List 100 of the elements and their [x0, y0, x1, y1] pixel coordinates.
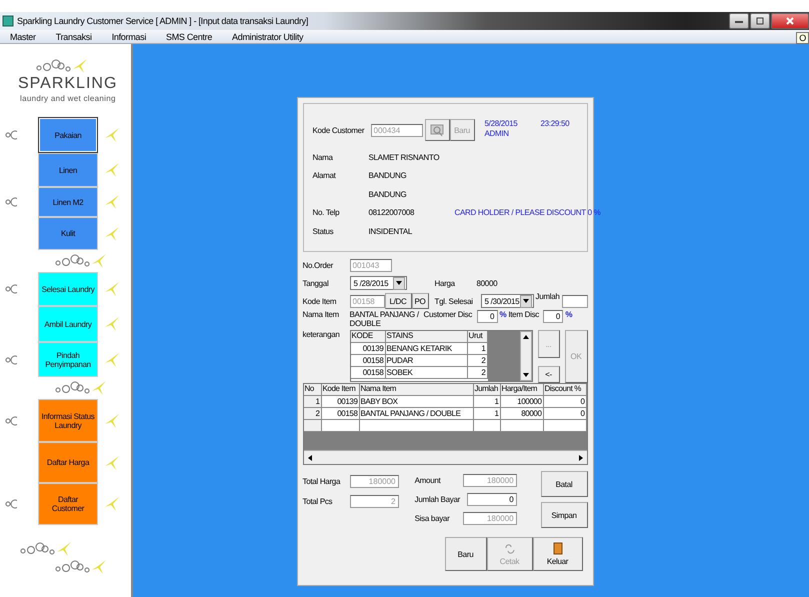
- star-icon: [104, 454, 120, 470]
- sidebar-button[interactable]: Ambil Laundry: [38, 306, 98, 342]
- search-customer-button[interactable]: [424, 119, 450, 141]
- table-cell: 1: [474, 396, 500, 408]
- brand-logo: SPARKLING: [18, 74, 118, 94]
- table-cell: 1: [468, 343, 488, 355]
- bubbles-icon: [5, 414, 17, 426]
- menu-item[interactable]: Transaksi: [46, 32, 102, 42]
- action-button[interactable]: Baru: [444, 537, 486, 571]
- star-icon: [91, 253, 107, 269]
- remaining-label: Sisa bayar: [414, 514, 451, 523]
- search-icon: [429, 123, 445, 137]
- action-button[interactable]: Simpan: [540, 502, 588, 528]
- star-icon: [56, 541, 72, 557]
- sidebar-button[interactable]: Selesai Laundry: [38, 272, 98, 306]
- bubbles-icon: [5, 283, 17, 295]
- table-cell: 2: [468, 355, 488, 367]
- table-cell: 00158: [322, 408, 360, 420]
- customer-discount-label: Customer Disc: [424, 310, 474, 319]
- close-icon: [786, 17, 794, 25]
- sidebar-button[interactable]: Daftar Harga: [38, 442, 98, 483]
- price-text: 80000: [476, 278, 498, 288]
- field-label: No. Telp: [312, 208, 340, 218]
- bubbles-icon: [5, 498, 17, 510]
- scroll-down-icon[interactable]: [522, 372, 530, 378]
- sidebar-button[interactable]: Kulit: [38, 217, 98, 250]
- vertical-scrollbar[interactable]: [520, 331, 532, 381]
- price-label: Harga: [434, 278, 456, 288]
- finish-date-picker[interactable]: 5 /30/2015: [480, 294, 534, 308]
- scroll-left-icon[interactable]: [306, 454, 312, 462]
- close-button[interactable]: [771, 13, 809, 29]
- menu-item[interactable]: Administrator Utility: [222, 32, 314, 42]
- customer-discount-field[interactable]: 0: [476, 310, 498, 323]
- quantity-field[interactable]: [562, 294, 588, 308]
- bubbles-icon: [55, 560, 91, 574]
- brand-tagline: laundry and wet cleaning: [20, 94, 117, 103]
- table-cell: 00158: [350, 367, 386, 379]
- field-label: Nama: [312, 152, 333, 162]
- user-text: ADMIN: [484, 129, 510, 138]
- table-cell: 2: [304, 408, 322, 420]
- item-discount-field[interactable]: 0: [543, 310, 564, 323]
- bubbles-icon: [5, 129, 17, 141]
- amount-label: Amount: [414, 476, 442, 485]
- table-cell: 00158: [350, 355, 386, 367]
- percent-sign: %: [500, 310, 506, 319]
- field-value: BANDUNG: [368, 171, 408, 180]
- dropdown-icon[interactable]: [394, 280, 402, 286]
- payment-label: Jumlah Bayar: [414, 495, 462, 504]
- sidebar-button[interactable]: Daftar Customer: [38, 483, 98, 525]
- total-price-label: Total Harga: [302, 476, 342, 486]
- star-icon: [104, 496, 120, 512]
- dropdown-icon[interactable]: [522, 298, 530, 304]
- bubbles-icon: [20, 542, 56, 556]
- minimize-button[interactable]: [729, 13, 749, 29]
- po-button[interactable]: PO: [412, 293, 428, 309]
- action-button[interactable]: Keluar: [532, 537, 582, 571]
- menu-item[interactable]: SMS Centre: [156, 32, 222, 42]
- sidebar-button[interactable]: Linen M2: [38, 187, 98, 217]
- quantity-label: Jumlah: [536, 292, 560, 301]
- star-icon: [104, 162, 120, 178]
- scroll-up-icon[interactable]: [522, 334, 530, 340]
- table-cell: PUDAR: [386, 355, 468, 367]
- finish-date-label: Tgl. Selesai: [434, 296, 474, 306]
- sidebar-button[interactable]: Pindah Penyimpanan: [38, 342, 98, 377]
- star-icon: [104, 226, 120, 242]
- bubbles-icon: [55, 381, 91, 395]
- date-picker[interactable]: 5 /28/2015: [350, 276, 406, 290]
- payment-field[interactable]: 0: [466, 493, 517, 506]
- maximize-button[interactable]: [750, 13, 770, 29]
- star-icon: [104, 352, 120, 368]
- table-cell: BANTAL PANJANG / DOUBLE: [360, 408, 474, 420]
- sidebar-button[interactable]: Informasi Status Laundry: [38, 399, 98, 442]
- item-code-label: Kode Item: [302, 296, 338, 306]
- discount-notice: CARD HOLDER / PLEASE DISCOUNT 0 %: [454, 208, 600, 218]
- column-header: Nama Item: [360, 384, 474, 396]
- grid-action-button[interactable]: <-: [538, 366, 560, 383]
- star-icon: [91, 559, 107, 575]
- sidebar-button[interactable]: Linen: [38, 153, 98, 187]
- action-button[interactable]: Batal: [540, 471, 588, 497]
- bubbles-icon: [36, 59, 72, 73]
- app-icon: [2, 15, 14, 27]
- star-icon: [104, 316, 120, 332]
- menu-item[interactable]: Informasi: [102, 32, 156, 42]
- minimize-icon: [735, 19, 743, 23]
- sidebar-button[interactable]: Pakaian: [38, 117, 98, 153]
- scroll-right-icon[interactable]: [578, 454, 584, 462]
- column-header: STAINS: [386, 331, 468, 343]
- table-cell: 2: [468, 367, 488, 379]
- table-cell: 1: [304, 396, 322, 408]
- star-icon: [104, 281, 120, 297]
- bubbles-icon: [5, 196, 17, 208]
- ldc-button[interactable]: L/DC: [384, 293, 412, 309]
- star-icon: [104, 194, 120, 210]
- column-header: Jumlah: [474, 384, 500, 396]
- horizontal-scrollbar[interactable]: [304, 450, 586, 464]
- star-icon: [91, 380, 107, 396]
- column-header: Discount %: [544, 384, 586, 396]
- menu-item[interactable]: Master: [0, 32, 46, 42]
- table-cell: 1: [474, 408, 500, 420]
- item-discount-label: Item Disc: [508, 310, 540, 319]
